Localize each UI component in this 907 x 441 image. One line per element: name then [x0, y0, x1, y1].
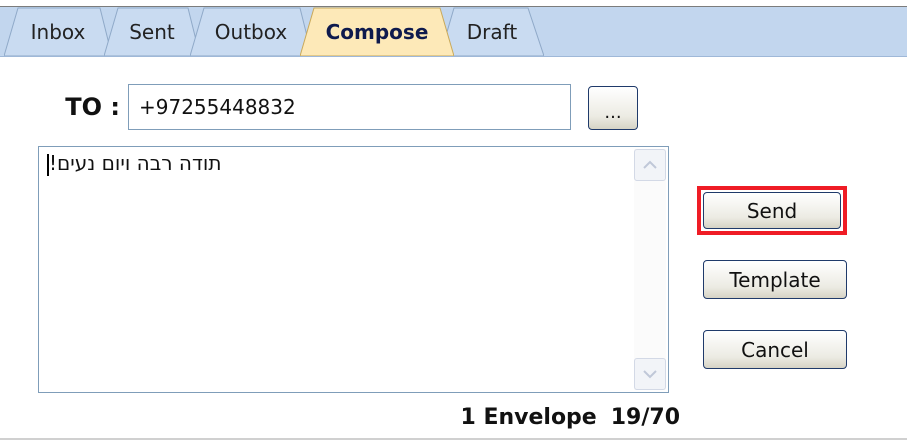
tab-outbox-label: Outbox [214, 19, 288, 44]
compose-window: Inbox Sent Outbox Draft Compose TO: +97… [0, 0, 907, 441]
recipient-input[interactable] [128, 84, 571, 130]
envelope-count: 1 Envelope [460, 404, 597, 430]
tab-compose[interactable]: Compose [300, 7, 454, 56]
status-bar: 1 Envelope 19/70 [420, 400, 680, 434]
window-top-border [0, 0, 907, 7]
chevron-down-icon [643, 370, 657, 379]
template-button[interactable]: Template [703, 260, 847, 299]
vertical-scrollbar[interactable] [634, 149, 666, 390]
browse-contacts-button[interactable]: ... [588, 86, 638, 130]
tab-bar: Inbox Sent Outbox Draft Compose [0, 7, 907, 57]
tab-inbox-label: Inbox [30, 19, 86, 44]
tab-compose-label: Compose [325, 19, 429, 44]
cancel-button[interactable]: Cancel [703, 330, 847, 369]
chevron-up-icon [643, 160, 657, 169]
tab-sent-label: Sent [129, 19, 175, 44]
tab-draft-label: Draft [466, 19, 518, 44]
tab-inbox[interactable]: Inbox [4, 7, 112, 56]
to-label: TO : [65, 93, 120, 121]
window-bottom-border [0, 438, 907, 440]
character-count: 19/70 [610, 404, 680, 430]
tab-draft[interactable]: Draft [440, 7, 544, 56]
scroll-down-button[interactable] [634, 358, 666, 390]
send-button[interactable]: Send [703, 192, 841, 229]
message-textarea[interactable]: תודה רבה ויום נעים! [38, 146, 669, 393]
tab-outbox[interactable]: Outbox [190, 7, 312, 56]
scroll-up-button[interactable] [634, 149, 666, 181]
message-text: תודה רבה ויום נעים! [49, 151, 222, 175]
tab-sent[interactable]: Sent [104, 7, 200, 56]
message-text-area[interactable]: תודה רבה ויום נעים! [47, 151, 627, 387]
